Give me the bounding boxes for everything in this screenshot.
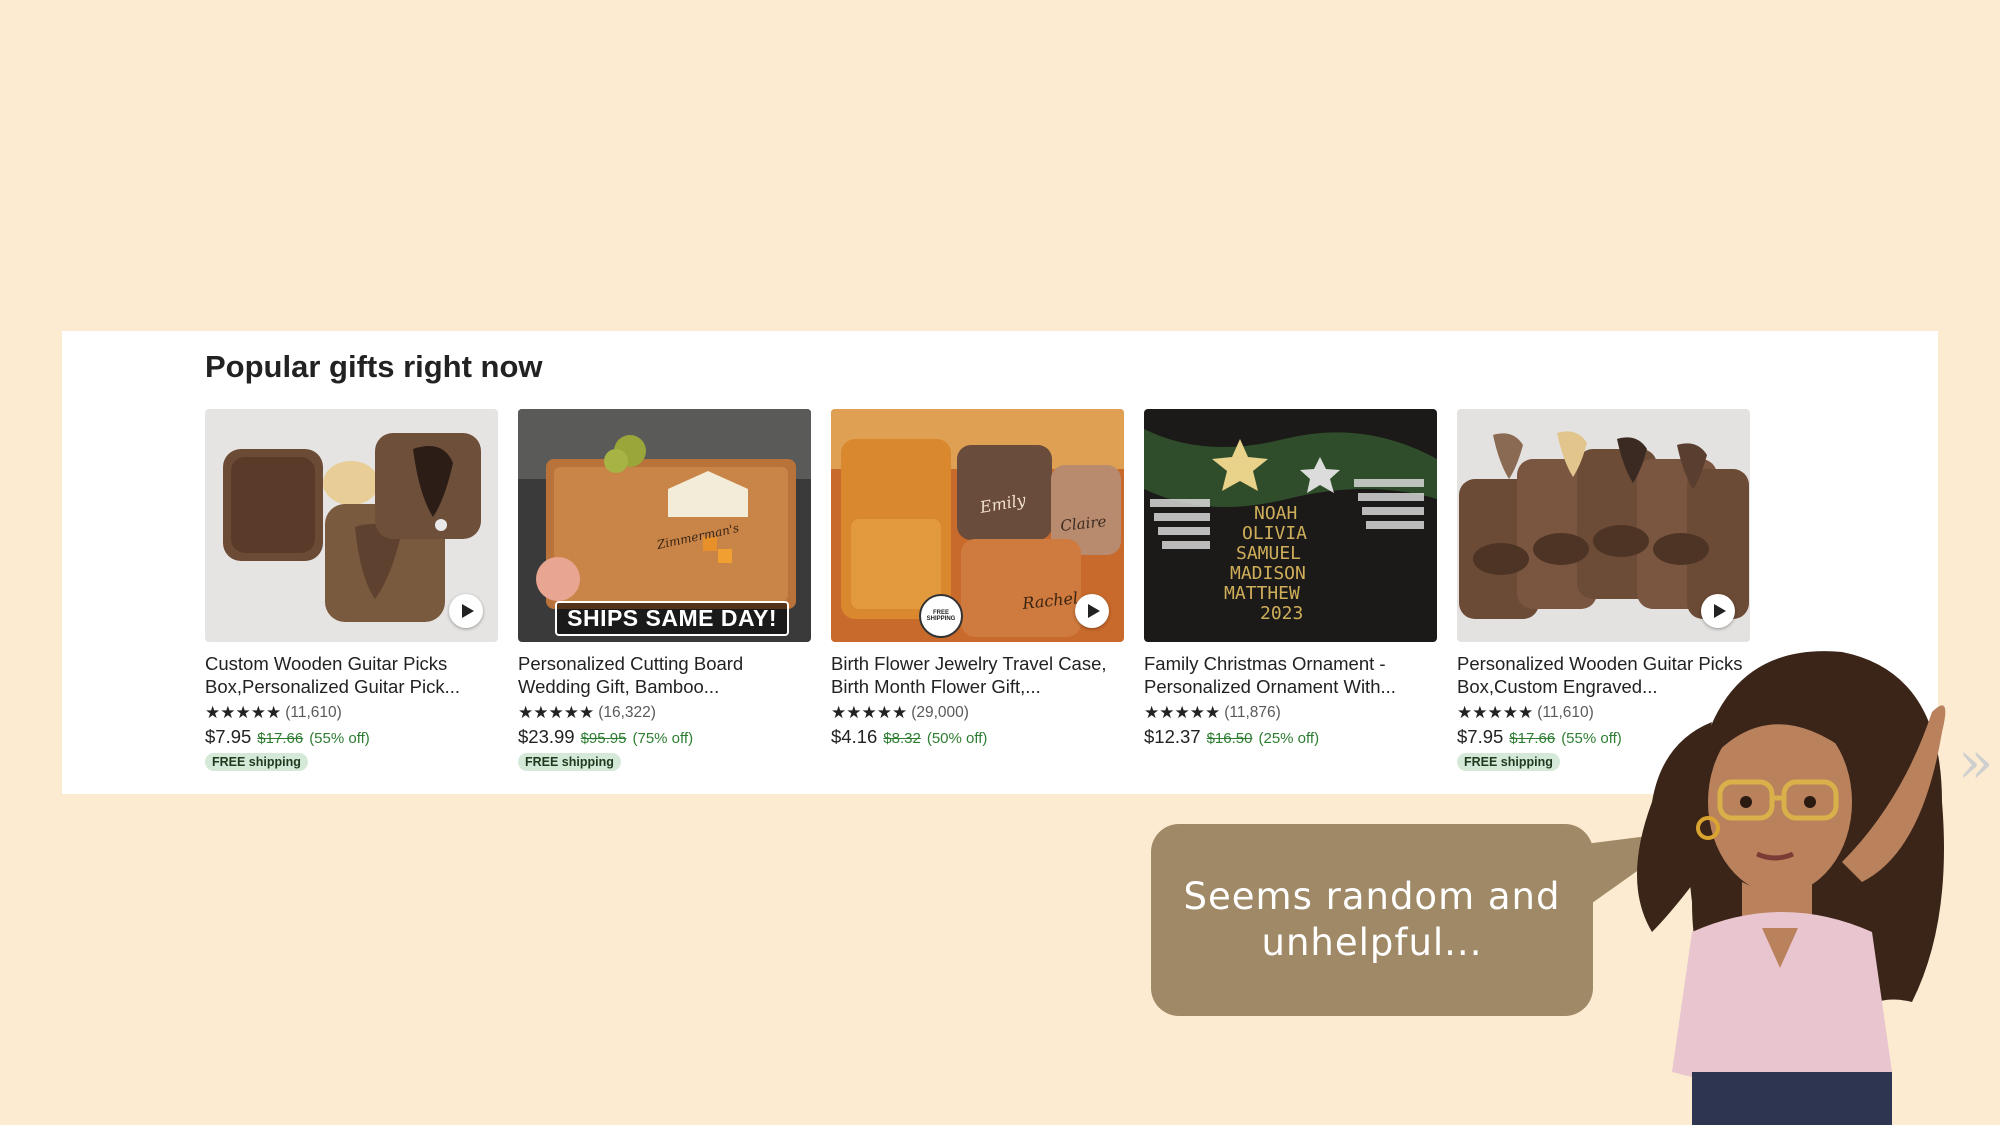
rating-row: ★★★★★ (16,322) [518,702,811,724]
ornament-name: SAMUEL [1236,543,1301,564]
play-icon[interactable] [1701,594,1735,628]
sale-price: $4.16 [831,726,878,747]
review-count: (11,876) [1224,704,1281,721]
ornament-name: 2023 [1260,603,1303,624]
sale-price: $23.99 [518,726,575,747]
original-price: $16.50 [1206,730,1253,747]
section-title: Popular gifts right now [205,349,543,384]
price-row: $23.99 $95.95 (75% off) [518,726,811,748]
free-shipping-badge: FREE shipping [518,753,621,771]
product-card[interactable]: Emily Claire Rachel FREE SHIPPING Birth … [831,409,1124,748]
speech-bubble-text: Seems random and unhelpful... [1183,875,1561,964]
original-price: $8.32 [883,730,921,747]
ornament-name: NOAH [1254,503,1297,524]
product-image[interactable] [205,409,498,642]
sale-price: $7.95 [205,726,252,747]
review-count: (11,610) [285,704,342,721]
discount-percent: (25% off) [1258,730,1320,747]
ships-same-day-badge: SHIPS SAME DAY! [555,601,789,636]
free-shipping-seal: FREE SHIPPING [919,594,963,638]
free-shipping-badge: FREE shipping [205,753,308,771]
star-rating-icon: ★★★★★ [1144,703,1221,723]
price-row: $7.95 $17.66 (55% off) [205,726,498,748]
speech-bubble: Seems random and unhelpful... [1151,824,1593,1016]
free-shipping-badge: FREE shipping [1457,753,1560,771]
ornament-name: MADISON [1230,563,1306,584]
product-title[interactable]: Custom Wooden Guitar Picks Box,Personali… [205,652,498,698]
product-image[interactable]: Emily Claire Rachel FREE SHIPPING [831,409,1124,642]
product-image[interactable] [1457,409,1750,642]
ornament-name: MATTHEW [1224,583,1300,604]
product-image[interactable]: Zimmerman's SHIPS SAME DAY! [518,409,811,642]
star-rating-icon: ★★★★★ [831,703,908,723]
rating-row: ★★★★★ (11,876) [1144,702,1437,724]
discount-percent: (55% off) [309,730,370,747]
partial-arrow-icon: » [1958,728,1994,796]
product-title[interactable]: Family Christmas Ornament - Personalized… [1144,652,1437,698]
product-card[interactable]: NOAH OLIVIA SAMUEL MADISON MATTHEW 2023 … [1144,409,1437,748]
price-row: $4.16 $8.32 (50% off) [831,726,1124,748]
product-title[interactable]: Birth Flower Jewelry Travel Case, Birth … [831,652,1124,698]
review-count: (16,322) [598,704,656,721]
sale-price: $7.95 [1457,726,1504,747]
avatar-illustration [1637,651,1946,1125]
review-count: (11,610) [1537,704,1594,721]
play-icon[interactable] [449,594,483,628]
rating-row: ★★★★★ (11,610) [205,702,498,724]
product-title[interactable]: Personalized Cutting Board Wedding Gift,… [518,652,811,698]
discount-percent: (75% off) [632,730,694,747]
discount-percent: (50% off) [926,730,988,747]
product-card[interactable]: Zimmerman's SHIPS SAME DAY! Personalized… [518,409,811,771]
review-count: (29,000) [911,704,969,721]
ornament-name: OLIVIA [1242,523,1307,544]
price-row: $12.37 $16.50 (25% off) [1144,726,1437,748]
original-price: $17.66 [257,730,304,747]
original-price: $95.95 [580,730,627,747]
product-image[interactable]: NOAH OLIVIA SAMUEL MADISON MATTHEW 2023 [1144,409,1437,642]
rating-row: ★★★★★ (29,000) [831,702,1124,724]
star-rating-icon: ★★★★★ [1457,703,1534,723]
star-rating-icon: ★★★★★ [205,703,282,723]
product-card[interactable]: Custom Wooden Guitar Picks Box,Personali… [205,409,498,771]
sale-price: $12.37 [1144,726,1201,747]
star-rating-icon: ★★★★★ [518,703,595,723]
original-price: $17.66 [1509,730,1556,747]
play-icon[interactable] [1075,594,1109,628]
